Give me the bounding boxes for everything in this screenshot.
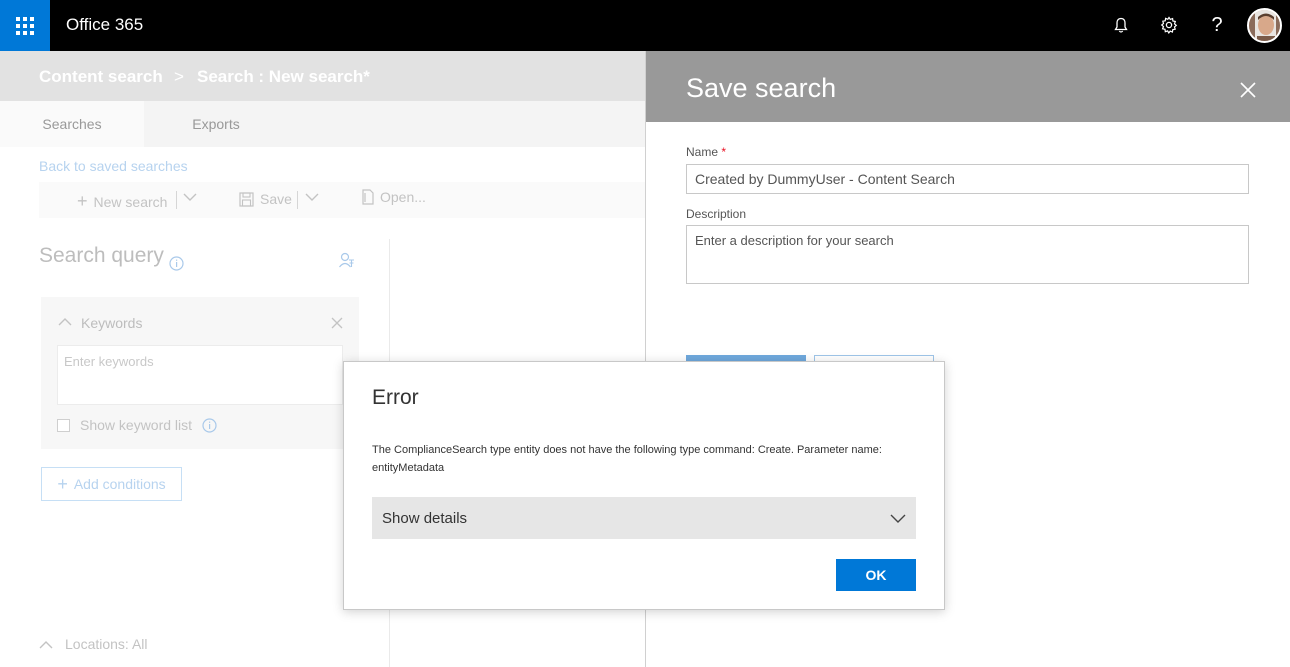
chevron-down-icon bbox=[305, 193, 319, 201]
tabs: Searches Exports bbox=[0, 101, 645, 147]
panel-header: Save search bbox=[646, 51, 1290, 122]
add-conditions-label: Add conditions bbox=[73, 476, 166, 492]
app-launcher-button[interactable] bbox=[0, 0, 50, 51]
gear-icon bbox=[1160, 16, 1178, 34]
open-button[interactable]: Open... bbox=[361, 189, 426, 205]
locations-section[interactable]: Locations: All bbox=[39, 636, 148, 652]
chevron-up-icon[interactable] bbox=[58, 317, 72, 326]
show-keyword-list-checkbox[interactable]: Show keyword list bbox=[57, 417, 217, 433]
user-photo-icon bbox=[1249, 10, 1280, 41]
close-icon[interactable] bbox=[1236, 78, 1260, 102]
add-conditions-button[interactable]: + Add conditions bbox=[41, 467, 182, 501]
help-button[interactable]: ? bbox=[1202, 10, 1232, 40]
name-label-text: Name bbox=[686, 145, 719, 159]
show-details-toggle[interactable]: Show details bbox=[372, 497, 916, 539]
name-input[interactable]: Created by DummyUser - Content Search bbox=[686, 164, 1249, 194]
close-icon[interactable] bbox=[331, 317, 343, 329]
description-input[interactable]: Enter a description for your search bbox=[686, 225, 1249, 284]
checkbox[interactable] bbox=[57, 418, 70, 432]
tab-exports[interactable]: Exports bbox=[144, 101, 288, 147]
plus-icon: + bbox=[77, 191, 88, 211]
settings-button[interactable] bbox=[1154, 10, 1184, 40]
toolbar-divider bbox=[176, 191, 177, 209]
chevron-down-icon bbox=[890, 514, 906, 523]
chevron-down-icon bbox=[183, 193, 197, 201]
open-icon bbox=[362, 189, 374, 205]
waffle-icon bbox=[16, 16, 34, 35]
query-language-icon[interactable] bbox=[338, 251, 356, 269]
save-button[interactable]: Save bbox=[239, 191, 292, 207]
save-icon bbox=[239, 191, 254, 207]
show-keyword-list-label: Show keyword list bbox=[80, 417, 193, 433]
info-icon[interactable] bbox=[169, 256, 184, 271]
chevron-up-icon bbox=[39, 640, 53, 648]
name-field-label: Name * bbox=[686, 145, 726, 159]
error-message: The ComplianceSearch type entity does no… bbox=[372, 444, 882, 474]
save-label: Save bbox=[260, 191, 292, 207]
breadcrumb: Content search > Search : New search* bbox=[0, 51, 645, 101]
save-dropdown[interactable] bbox=[305, 193, 319, 201]
top-bar: Office 365 ? bbox=[0, 0, 1290, 51]
required-marker: * bbox=[721, 145, 727, 159]
dialog-title: Error bbox=[372, 386, 419, 409]
keywords-label: Keywords bbox=[81, 315, 143, 331]
new-search-dropdown[interactable] bbox=[183, 193, 197, 201]
new-search-button[interactable]: + New search bbox=[77, 191, 167, 212]
bell-icon bbox=[1114, 17, 1128, 33]
plus-icon: + bbox=[57, 473, 68, 494]
info-icon[interactable] bbox=[202, 417, 217, 433]
search-query-heading: Search query bbox=[39, 244, 164, 267]
locations-label: Locations: All bbox=[65, 636, 148, 652]
new-search-label: New search bbox=[93, 193, 168, 210]
avatar[interactable] bbox=[1247, 8, 1282, 43]
breadcrumb-root[interactable]: Content search bbox=[39, 67, 163, 87]
ok-button[interactable]: OK bbox=[836, 559, 916, 591]
panel-title: Save search bbox=[686, 73, 837, 103]
breadcrumb-separator: > bbox=[174, 67, 184, 86]
breadcrumb-current: Search : New search* bbox=[197, 67, 370, 86]
command-toolbar: + New search Save Open... bbox=[39, 182, 645, 218]
app-title[interactable]: Office 365 bbox=[66, 15, 143, 35]
help-icon: ? bbox=[1211, 13, 1223, 36]
search-query-title: Search query bbox=[39, 244, 164, 268]
error-dialog: Error The ComplianceSearch type entity d… bbox=[343, 361, 945, 610]
tab-searches[interactable]: Searches bbox=[0, 101, 144, 147]
back-to-saved-searches-link[interactable]: Back to saved searches bbox=[39, 158, 188, 174]
keywords-input[interactable]: Enter keywords bbox=[57, 345, 343, 405]
open-label: Open... bbox=[380, 189, 426, 205]
notifications-button[interactable] bbox=[1106, 10, 1136, 40]
description-field-label: Description bbox=[686, 207, 747, 221]
toolbar-divider bbox=[297, 191, 298, 209]
show-details-label: Show details bbox=[382, 509, 468, 527]
keywords-card: Keywords Enter keywords Show keyword lis… bbox=[41, 297, 359, 449]
